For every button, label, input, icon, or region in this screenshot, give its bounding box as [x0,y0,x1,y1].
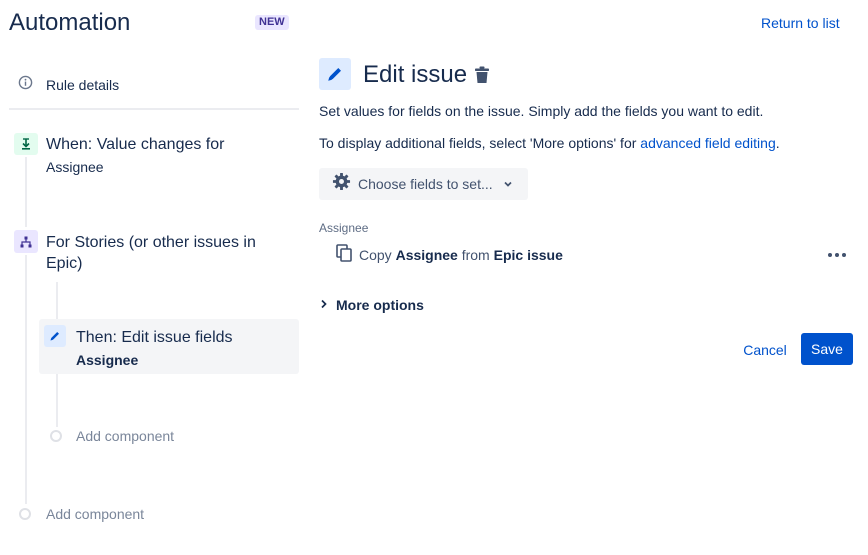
choose-fields-button[interactable]: Choose fields to set... [319,168,528,200]
info-icon [18,75,33,95]
new-badge: NEW [255,15,289,30]
copy-source: Epic issue [493,247,563,263]
more-actions-icon[interactable] [826,246,848,264]
more-options-label: More options [336,297,424,313]
rule-details-label: Rule details [46,77,120,93]
description-text: To display additional fields, select 'Mo… [319,135,641,151]
gear-icon [332,172,351,196]
trigger-title[interactable]: When: Value changes for [46,136,224,154]
branch-icon [14,230,38,253]
add-component-circle-icon [50,430,62,442]
action-card-selected[interactable]: Then: Edit issue fields Assignee [39,319,299,374]
add-component-inner[interactable]: Add component [50,426,174,446]
branch-title[interactable]: For Stories (or other issues in Epic) [46,232,286,274]
trigger-icon [14,133,38,155]
add-component-label: Add component [46,506,145,522]
app-title: Automation [9,9,131,36]
field-value-row[interactable]: Copy Assignee from Epic issue [336,243,563,267]
field-label: Assignee [319,221,369,235]
more-options-toggle[interactable]: More options [320,295,424,315]
connector-line [25,157,27,227]
pencil-icon [319,58,351,90]
sidebar-divider [9,108,299,110]
description-suffix: . [775,135,780,151]
action-subtitle: Assignee [76,352,139,368]
advanced-field-editing-link[interactable]: advanced field editing [640,135,775,151]
connector-line [25,255,27,504]
field-copy-text: Copy Assignee from Epic issue [359,247,563,263]
add-component-outer[interactable]: Add component [19,504,144,524]
copy-from: from [457,247,494,263]
automation-page: Automation NEW Return to list Rule detai… [0,0,868,555]
rule-details-item[interactable]: Rule details [18,75,119,95]
trigger-subtitle: Assignee [46,159,104,175]
copy-icon [336,243,352,267]
cancel-button[interactable]: Cancel [738,334,792,366]
pencil-icon [44,325,66,347]
add-component-circle-icon [19,508,31,520]
trash-icon[interactable] [472,65,492,85]
panel-description: Set values for fields on the issue. Simp… [319,103,764,119]
chevron-right-icon [320,296,328,314]
return-to-list-link[interactable]: Return to list [761,15,840,31]
save-button[interactable]: Save [801,333,853,365]
add-component-label: Add component [76,428,175,444]
chevron-down-icon [503,180,513,188]
choose-fields-label: Choose fields to set... [358,176,493,192]
panel-title: Edit issue [363,61,468,88]
action-title: Then: Edit issue fields [76,329,233,346]
copy-field-name: Assignee [395,247,458,263]
panel-description-2: To display additional fields, select 'Mo… [319,135,780,151]
copy-prefix: Copy [359,247,396,263]
